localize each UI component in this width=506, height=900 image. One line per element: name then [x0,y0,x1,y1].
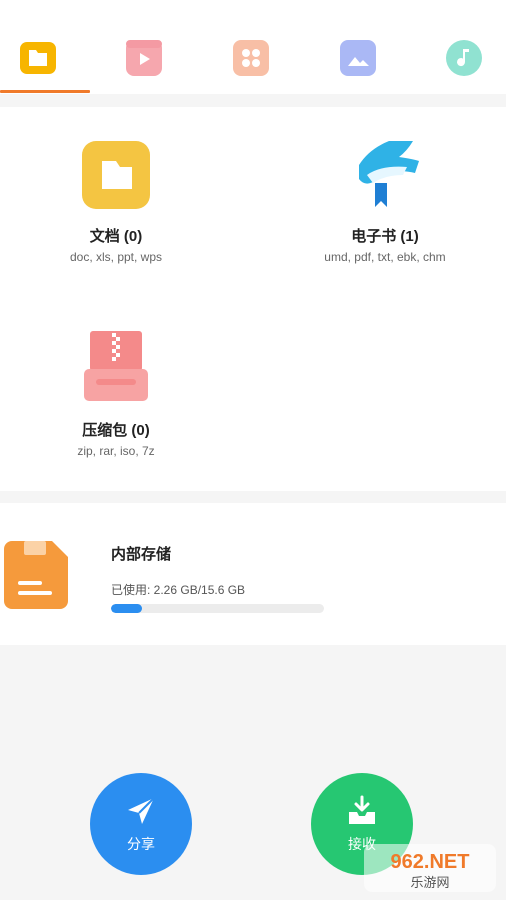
send-icon [128,797,155,824]
internal-storage-card[interactable]: 内部存储 已使用: 2.26 GB/15.6 GB [0,503,506,645]
tab-apps[interactable] [229,36,273,80]
sd-card-icon [4,541,68,609]
share-button[interactable]: 分享 [90,773,192,875]
archive-icon [76,329,156,409]
category-title: 压缩包 (0) [82,422,150,439]
book-icon [345,135,425,215]
image-icon [340,40,376,76]
category-ebooks[interactable]: 电子书 (1) umd, pdf, txt, ebk, chm [285,135,485,264]
category-archives[interactable]: 压缩包 (0) zip, rar, iso, 7z [16,329,216,458]
storage-progress-fill [111,604,142,613]
share-label: 分享 [127,836,155,852]
category-title: 文档 (0) [89,228,143,245]
category-documents[interactable]: 文档 (0) doc, xls, ppt, wps [16,135,216,264]
category-subtitle: umd, pdf, txt, ebk, chm [324,250,446,264]
category-subtitle: doc, xls, ppt, wps [69,250,163,264]
tab-images[interactable] [336,36,380,80]
folder-icon [20,42,56,74]
video-icon [126,40,162,76]
folder-icon [76,135,156,215]
selected-tab-indicator [0,90,90,93]
tab-documents[interactable] [16,36,60,80]
tab-music[interactable] [442,36,486,80]
category-tab-bar [0,0,506,94]
music-icon [446,40,482,76]
storage-title: 内部存储 [111,546,172,563]
category-subtitle: zip, rar, iso, 7z [77,444,155,458]
watermark-logo: 962.NET 乐游网 [362,842,498,894]
apps-icon [233,40,269,76]
storage-progress-bar [111,604,324,613]
category-title: 电子书 (1) [351,228,419,245]
tab-videos[interactable] [122,36,166,80]
inbox-download-icon [349,795,375,824]
watermark-bottom: 乐游网 [410,876,449,891]
storage-usage-text: 已使用: 2.26 GB/15.6 GB [111,583,246,597]
watermark-top: 962.NET [391,851,470,873]
category-grid: 文档 (0) doc, xls, ppt, wps 电子书 (1) umd, p… [0,107,506,491]
